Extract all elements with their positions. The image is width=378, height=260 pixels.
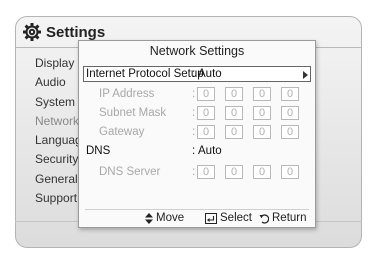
gateway-octet-3: 0	[253, 125, 271, 139]
gateway-octet-1: 0	[197, 125, 215, 139]
settings-title: Settings	[46, 23, 106, 41]
up-down-arrows-icon	[145, 212, 153, 224]
gear-icon	[23, 23, 41, 41]
move-label: Move	[156, 212, 185, 224]
gateway-label: Gateway	[99, 126, 145, 138]
settings-header: Settings	[22, 22, 105, 42]
settings-menu: Display Audio System Network Language Se…	[35, 54, 79, 208]
mask-octet-4: 0	[281, 106, 299, 120]
gateway-octet-4: 0	[281, 125, 299, 139]
ip-octet-2: 0	[225, 87, 243, 101]
mask-octet-1: 0	[197, 106, 215, 120]
return-label: Return	[272, 212, 307, 224]
return-hint: Return	[259, 212, 307, 224]
ip-octet-4: 0	[281, 87, 299, 101]
dns-value[interactable]: Auto	[198, 145, 222, 157]
dialog-footer-divider	[85, 209, 309, 210]
dns-octet-2: 0	[225, 165, 243, 179]
dns-server-label: DNS Server	[99, 166, 161, 178]
dns-octet-1: 0	[197, 165, 215, 179]
dns-octet-4: 0	[281, 165, 299, 179]
menu-item-language[interactable]: Language	[35, 131, 79, 150]
menu-item-network[interactable]: Network	[35, 112, 79, 131]
dialog-title: Network Settings	[149, 44, 245, 58]
ip-setup-colon: :	[192, 68, 196, 80]
menu-item-display[interactable]: Display	[35, 54, 79, 73]
ip-setup-label: Internet Protocol Setup	[86, 68, 204, 80]
ip-octet-3: 0	[253, 87, 271, 101]
subnet-mask-label: Subnet Mask	[99, 107, 167, 119]
return-icon	[259, 213, 269, 224]
ip-setup-value[interactable]: Auto	[198, 68, 222, 80]
move-hint: Move	[145, 212, 184, 224]
mask-octet-3: 0	[253, 106, 271, 120]
menu-item-support[interactable]: Support	[35, 189, 79, 208]
dns-server-colon: :	[192, 166, 196, 178]
gateway-octet-2: 0	[225, 125, 243, 139]
menu-item-system[interactable]: System	[35, 93, 79, 112]
menu-item-security[interactable]: Security	[35, 150, 79, 169]
chevron-right-icon[interactable]	[303, 71, 308, 79]
menu-item-general[interactable]: General	[35, 170, 79, 189]
dns-octet-3: 0	[253, 165, 271, 179]
select-label: Select	[220, 212, 252, 224]
ip-address-colon: :	[192, 88, 196, 100]
select-hint: Select	[205, 212, 252, 224]
ip-address-label: IP Address	[99, 88, 155, 100]
dns-colon: :	[192, 145, 196, 157]
subnet-mask-colon: :	[192, 107, 196, 119]
ip-octet-1: 0	[197, 87, 215, 101]
enter-icon	[205, 212, 217, 224]
menu-item-audio[interactable]: Audio	[35, 73, 79, 92]
dns-label: DNS	[86, 145, 111, 157]
mask-octet-2: 0	[225, 106, 243, 120]
network-settings-dialog: Network Settings Internet Protocol Setup…	[78, 40, 316, 228]
gateway-colon: :	[192, 126, 196, 138]
